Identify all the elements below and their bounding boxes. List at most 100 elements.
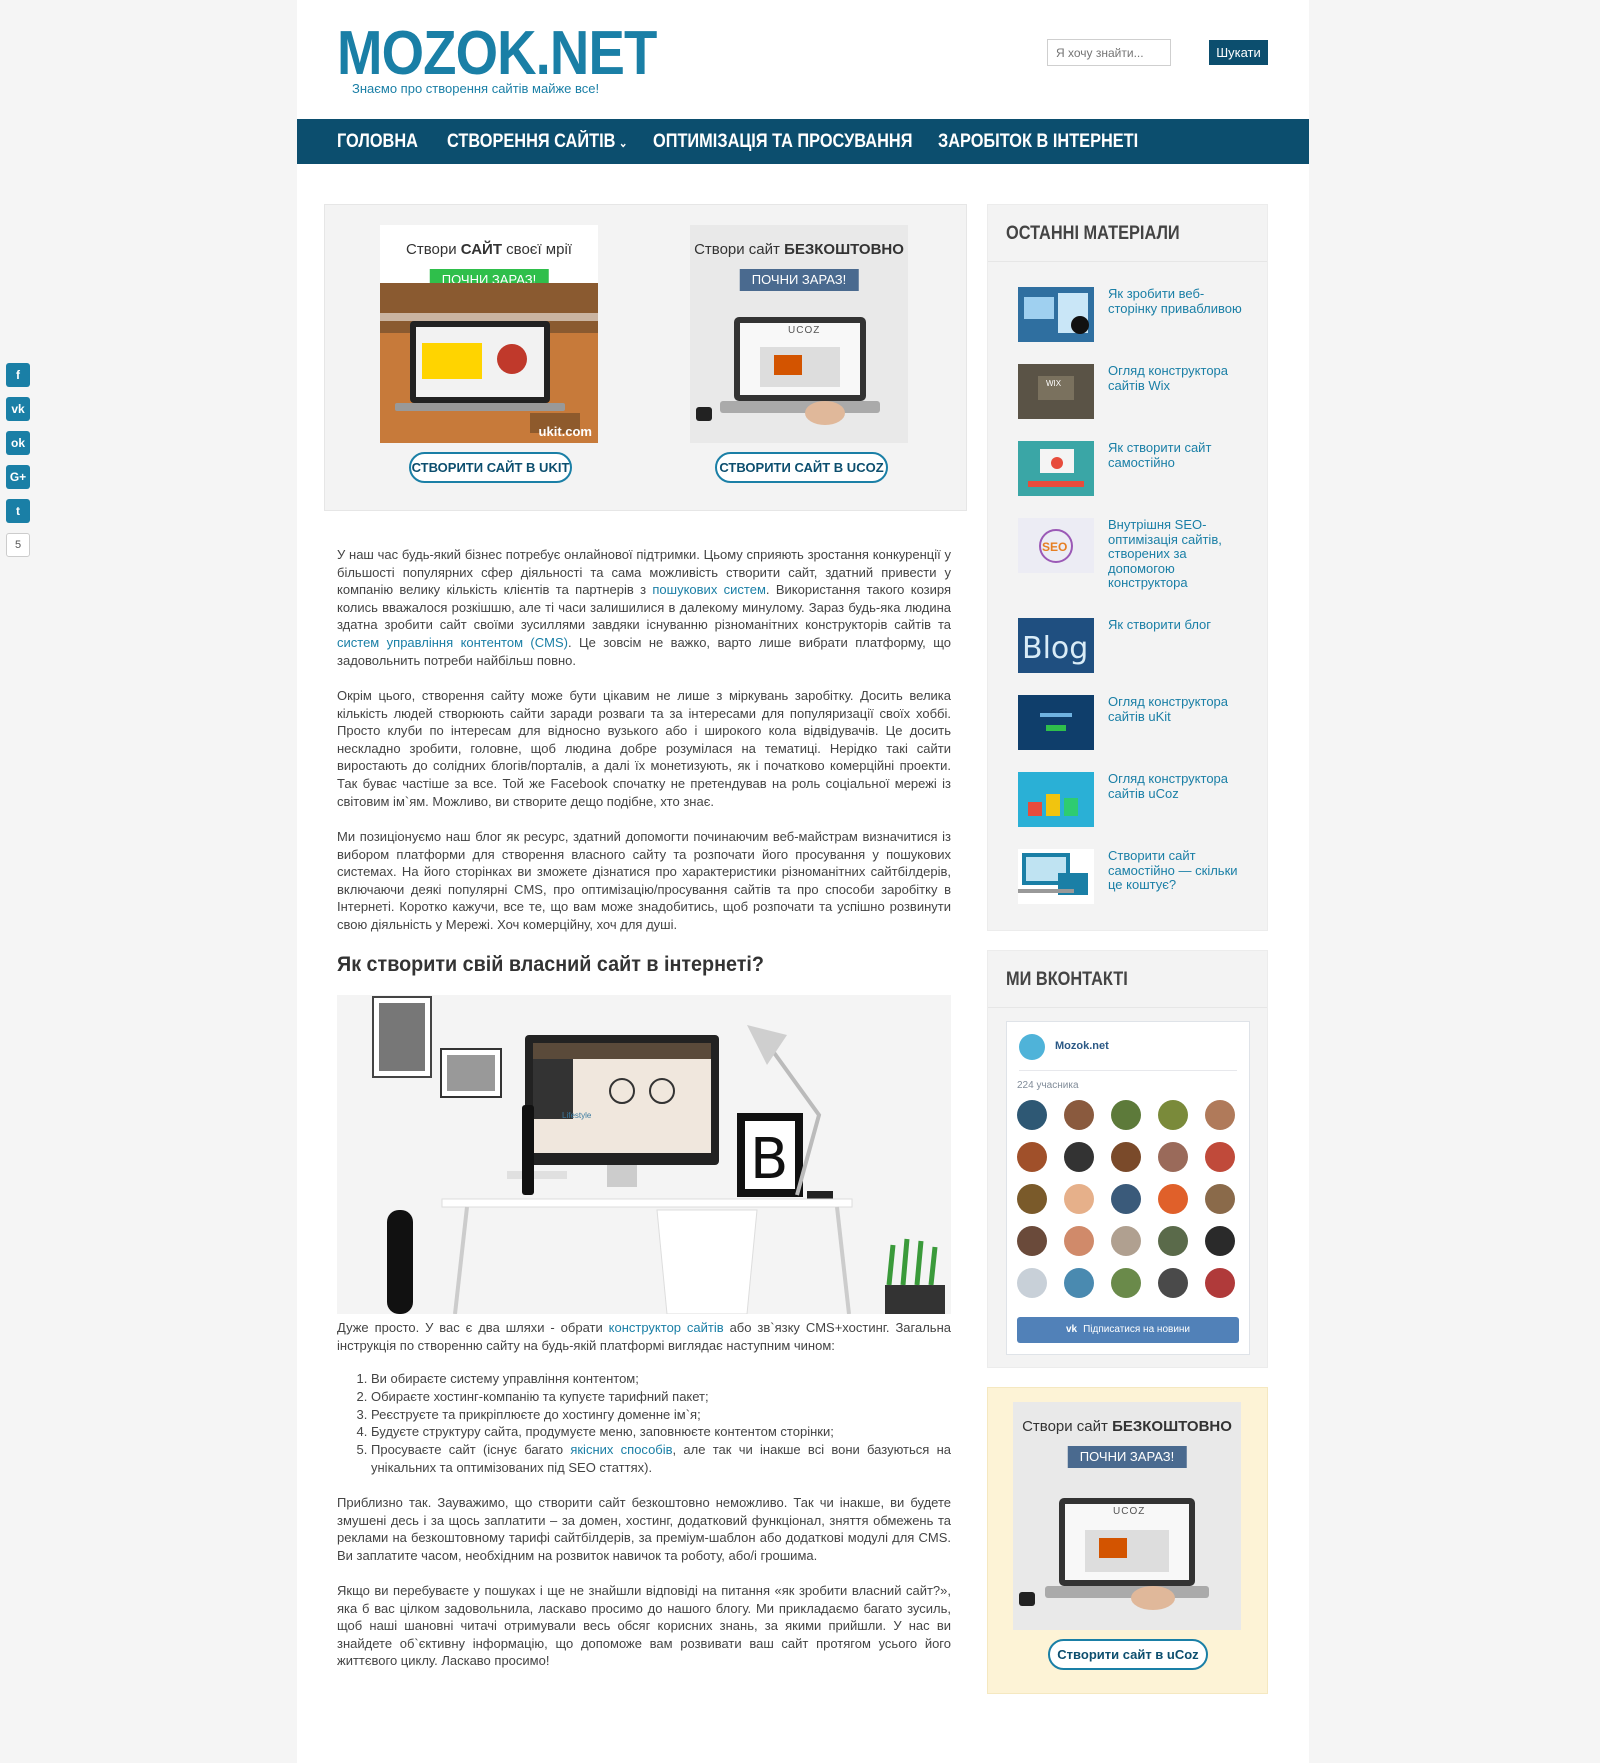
member-avatar[interactable] xyxy=(1064,1226,1094,1256)
vk-icon: vk xyxy=(1065,1324,1078,1335)
instructions-list: Ви обираєте систему управління контентом… xyxy=(355,1370,951,1477)
member-avatar[interactable] xyxy=(1064,1142,1094,1172)
member-avatar[interactable] xyxy=(1017,1268,1047,1298)
ucoz-banner[interactable]: Створи сайт БЕЗКОШТОВНО ПОЧНИ ЗАРАЗ! UCO… xyxy=(690,225,908,443)
member-avatar[interactable] xyxy=(1158,1100,1188,1130)
site-tagline: Знаємо про створення сайтів майже все! xyxy=(352,81,600,96)
laptop-illustration xyxy=(1019,1498,1209,1610)
twitter-icon[interactable]: t xyxy=(6,499,30,523)
ucoz-create-button[interactable]: Створити сайт в uCoz xyxy=(1048,1639,1208,1670)
recent-post[interactable]: Blog Як створити блог xyxy=(1018,617,1258,678)
article-paragraph-3: Ми позиціонуємо наш блог як ресурс, здат… xyxy=(337,829,951,932)
recent-post[interactable]: SEO Внутрішня SEO-оптимізація сайтів, ст… xyxy=(1018,517,1258,590)
recent-post[interactable]: Як зробити веб-сторінку привабливою xyxy=(1018,286,1258,347)
group-avatar[interactable] xyxy=(1019,1034,1045,1060)
ucoz-ad-widget: Створи сайт БЕЗКОШТОВНО ПОЧНИ ЗАРАЗ! UCO… xyxy=(987,1387,1268,1694)
member-avatar[interactable] xyxy=(1111,1268,1141,1298)
share-count: 5 xyxy=(6,533,30,557)
list-item: Будуєте структуру сайта, продумуєте меню… xyxy=(371,1423,951,1441)
vk-icon[interactable]: vk xyxy=(6,397,30,421)
member-avatar[interactable] xyxy=(1205,1226,1235,1256)
svg-text:WIX: WIX xyxy=(1046,379,1062,388)
desk-scene-image: Lifestyle B xyxy=(337,995,951,1314)
search-input[interactable] xyxy=(1047,39,1171,66)
vk-widget-title: МИ ВКОНТАКТІ xyxy=(1006,969,1128,990)
member-avatar[interactable] xyxy=(1111,1226,1141,1256)
site-wrapper: MOZOK.NET Знаємо про створення сайтів ма… xyxy=(297,0,1309,1763)
ucoz-create-button[interactable]: СТВОРИТИ САЙТ В UCOZ xyxy=(715,452,888,483)
member-avatar[interactable] xyxy=(1158,1184,1188,1214)
member-avatar[interactable] xyxy=(1205,1100,1235,1130)
member-avatar[interactable] xyxy=(1158,1142,1188,1172)
main-nav: ГОЛОВНА СТВОРЕННЯ САЙТІВ ⌄ ОПТИМІЗАЦІЯ ТА… xyxy=(297,119,1309,164)
list-item: Реєструєте та прикріплюєте до хостингу д… xyxy=(371,1406,951,1424)
svg-text:SEO: SEO xyxy=(1042,540,1067,554)
vk-widget: МИ ВКОНТАКТІ Mozok.net 224 учасника vk Пі… xyxy=(987,950,1268,1368)
nav-item-seo[interactable]: ОПТИМІЗАЦІЯ ТА ПРОСУВАННЯ xyxy=(653,119,912,164)
site-builder-link[interactable]: конструктор сайтів xyxy=(609,1320,724,1335)
recent-post[interactable]: WIX Огляд конструктора сайтів Wix xyxy=(1018,363,1258,424)
article-paragraph-2: Окрім цього, створення сайту може бути ц… xyxy=(337,688,951,809)
search-button[interactable]: Шукати xyxy=(1209,40,1268,65)
ucoz-ad-banner[interactable]: Створи сайт БЕЗКОШТОВНО ПОЧНИ ЗАРАЗ! UCO… xyxy=(1013,1402,1241,1630)
nav-item-site-creation[interactable]: СТВОРЕННЯ САЙТІВ ⌄ xyxy=(447,119,628,164)
laptop-photo-illustration xyxy=(380,283,598,443)
quality-methods-link[interactable]: якісних способів xyxy=(570,1442,672,1457)
post-thumbnail xyxy=(1018,695,1094,750)
list-item: Ви обираєте систему управління контентом… xyxy=(371,1370,951,1388)
article-paragraph-5: Приблизно так. Зауважимо, що створити са… xyxy=(337,1495,951,1563)
post-thumbnail xyxy=(1018,849,1094,904)
promo-box: Створи САЙТ своєї мрії ПОЧНИ ЗАРАЗ! ukit… xyxy=(324,204,967,511)
workspace-illustration: Lifestyle B xyxy=(337,995,951,1314)
google-plus-icon[interactable]: G+ xyxy=(6,465,30,489)
vk-members-count: 224 учасника xyxy=(1017,1080,1079,1091)
ukit-banner[interactable]: Створи САЙТ своєї мрії ПОЧНИ ЗАРАЗ! ukit… xyxy=(380,225,598,443)
post-thumbnail: Blog xyxy=(1018,618,1094,673)
vk-group-card: Mozok.net 224 учасника vk Підписатися на … xyxy=(1006,1021,1250,1355)
member-avatar[interactable] xyxy=(1111,1142,1141,1172)
post-title: Огляд конструктора сайтів Wix xyxy=(1108,363,1229,393)
post-title: Як створити сайт самостійно xyxy=(1108,440,1212,470)
svg-text:B: B xyxy=(750,1127,788,1192)
member-avatar[interactable] xyxy=(1017,1226,1047,1256)
member-avatar[interactable] xyxy=(1205,1268,1235,1298)
member-avatar[interactable] xyxy=(1017,1142,1047,1172)
recent-post[interactable]: Як створити сайт самостійно xyxy=(1018,440,1258,501)
odnoklassniki-icon[interactable]: ok xyxy=(6,431,30,455)
member-avatar[interactable] xyxy=(1205,1142,1235,1172)
ukit-brand: ukit.com xyxy=(538,424,592,439)
vk-group-name[interactable]: Mozok.net xyxy=(1055,1040,1109,1052)
member-avatar[interactable] xyxy=(1017,1100,1047,1130)
article-heading: Як створити свій власний сайт в інтернет… xyxy=(337,953,764,976)
recent-post[interactable]: Огляд конструктора сайтів uCoz xyxy=(1018,771,1258,832)
member-avatar[interactable] xyxy=(1017,1184,1047,1214)
member-avatar[interactable] xyxy=(1158,1268,1188,1298)
nav-item-earning[interactable]: ЗАРОБІТОК В ІНТЕРНЕТІ xyxy=(938,119,1138,164)
member-avatar[interactable] xyxy=(1111,1100,1141,1130)
member-avatar[interactable] xyxy=(1064,1268,1094,1298)
laptop-illustration xyxy=(696,317,880,425)
member-avatar[interactable] xyxy=(1111,1184,1141,1214)
member-avatar[interactable] xyxy=(1064,1100,1094,1130)
post-title: Огляд конструктора сайтів uKit xyxy=(1108,694,1229,724)
vk-subscribe-button[interactable]: vk Підписатися на новини xyxy=(1017,1317,1239,1343)
member-avatar[interactable] xyxy=(1158,1226,1188,1256)
svg-text:Blog: Blog xyxy=(1022,631,1088,666)
facebook-icon[interactable]: f xyxy=(6,363,30,387)
banner-cta: ПОЧНИ ЗАРАЗ! xyxy=(1067,1446,1187,1468)
member-avatar[interactable] xyxy=(1064,1184,1094,1214)
member-avatar[interactable] xyxy=(1205,1184,1235,1214)
recent-post[interactable]: Створити сайт самостійно — скільки це ко… xyxy=(1018,848,1258,909)
recent-post[interactable]: Огляд конструктора сайтів uKit xyxy=(1018,694,1258,755)
site-logo[interactable]: MOZOK.NET xyxy=(337,18,657,89)
ukit-create-button[interactable]: СТВОРИТИ САЙТ В UKIT xyxy=(409,452,572,483)
list-item: Обираєте хостинг-компанію та купуєте тар… xyxy=(371,1388,951,1406)
search-systems-link[interactable]: пошукових систем xyxy=(652,582,766,597)
post-title: Як створити блог xyxy=(1108,617,1212,632)
nav-item-home[interactable]: ГОЛОВНА xyxy=(337,119,418,164)
ucoz-brand: UCOZ xyxy=(1113,1506,1146,1517)
cms-link[interactable]: систем управління контентом (CMS) xyxy=(337,635,568,650)
chevron-down-icon: ⌄ xyxy=(618,136,628,150)
recent-posts-widget: ОСТАННІ МАТЕРІАЛИ Як зробити веб-сторінк… xyxy=(987,204,1268,931)
banner-headline: Створи сайт БЕЗКОШТОВНО xyxy=(1022,1418,1232,1435)
